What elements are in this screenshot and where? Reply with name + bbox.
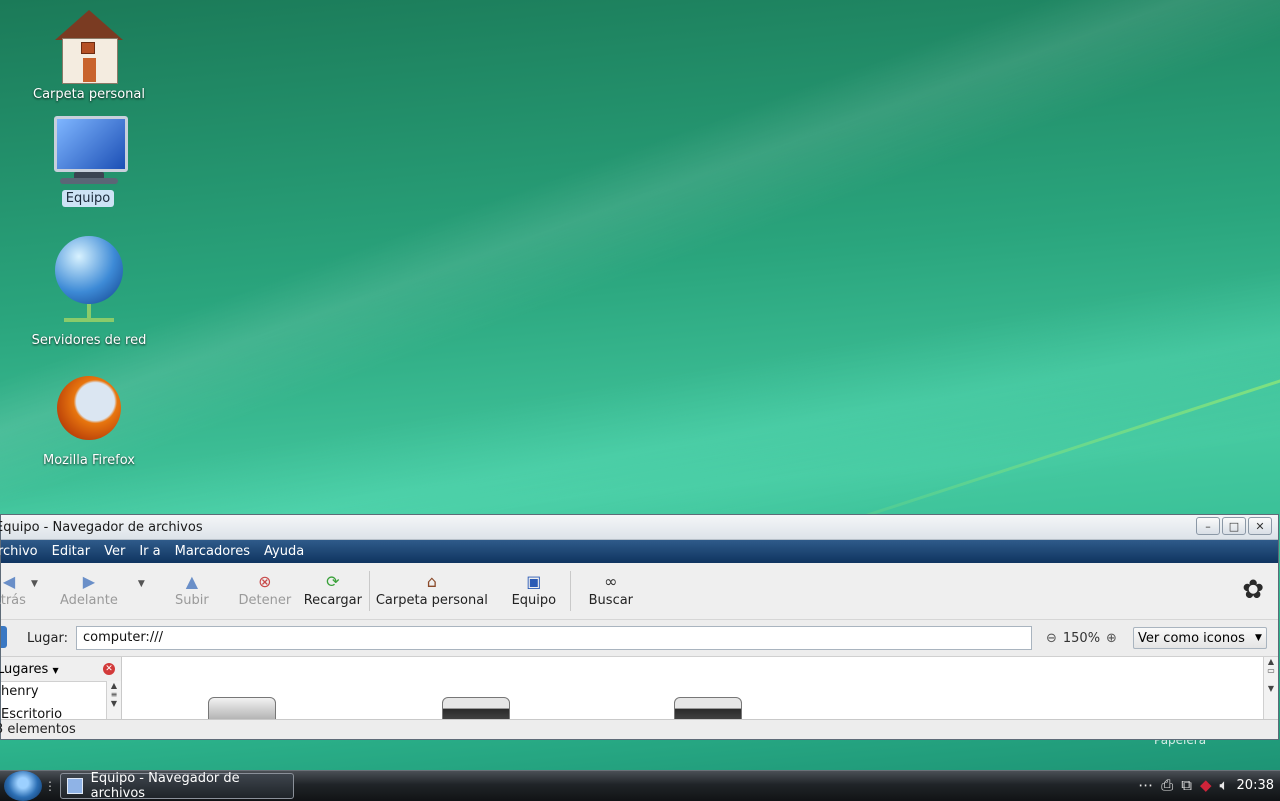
desktop-icon-network[interactable]: Servidores de red — [14, 236, 164, 349]
network-globe-icon — [54, 236, 124, 328]
view-mode-select[interactable]: Ver como iconos ▼ — [1132, 627, 1267, 649]
computer-button[interactable]: ▣ Equipo — [504, 563, 564, 609]
menu-help[interactable]: Ayuda — [264, 544, 304, 559]
menu-bookmarks[interactable]: Marcadores — [175, 544, 250, 559]
taskbar-window-label: Equipo - Navegador de archivos — [90, 771, 240, 801]
content-area: Lugares ▼ ✕ henry Escritorio ▲ ≡ ▼ ▲ ▭ ▼ — [0, 656, 1278, 722]
zoom-out-icon[interactable]: ⊖ — [1046, 631, 1057, 646]
drive-icon[interactable] — [208, 697, 276, 719]
drive-icon[interactable] — [674, 697, 742, 719]
toolbar-separator — [569, 571, 571, 611]
system-tray: ⋯ ⎙ ⧉ ◆ 🔈︎ 20:38 — [1138, 776, 1274, 794]
computer-icon: ▣ — [526, 571, 542, 591]
desktop-icon-computer[interactable]: Equipo — [13, 114, 163, 207]
zoom-in-icon[interactable]: ⊕ — [1106, 631, 1117, 646]
search-button[interactable]: ∞ Buscar — [583, 563, 639, 609]
back-arrow-icon: ◀ — [2, 571, 16, 591]
forward-button[interactable]: ▶ Adelante — [50, 563, 128, 609]
file-manager-window: Equipo - Navegador de archivos – □ ✕ Arc… — [0, 514, 1279, 740]
stop-button[interactable]: ⊗ Detener — [233, 563, 297, 609]
sidebar-item-desktop[interactable]: Escritorio — [1, 705, 121, 724]
location-label: Lugar: — [27, 630, 68, 646]
toolbar: ◀ Atrás ▼ ▶ Adelante ▼ ▲ Subir ⊗ Detener… — [0, 563, 1278, 620]
drive-icon[interactable] — [442, 697, 510, 719]
firefox-icon — [51, 374, 127, 448]
stop-icon: ⊗ — [258, 571, 272, 591]
menu-edit[interactable]: Editar — [52, 544, 91, 559]
desktop-icon-home[interactable]: Carpeta personal — [14, 10, 164, 103]
start-button[interactable] — [4, 771, 42, 801]
tray-dots-icon[interactable]: ⋯ — [1138, 776, 1153, 794]
search-label: Buscar — [588, 593, 634, 608]
gnome-foot-icon: ✿ — [1242, 575, 1264, 605]
status-bar: 3 elementos — [0, 719, 1278, 738]
close-sidebar-icon[interactable]: ✕ — [103, 663, 115, 675]
volume-icon[interactable]: 🔈︎ — [1220, 776, 1229, 794]
home-icon: ⌂ — [426, 571, 437, 591]
back-history-dropdown[interactable]: ▼ — [31, 579, 38, 589]
location-bar: Lugar: computer:/// ⊖ 150% ⊕ Ver como ic… — [1, 620, 1278, 656]
sidebar-header[interactable]: Lugares ▼ — [0, 662, 59, 677]
location-toggle-button[interactable] — [1, 626, 7, 648]
home-label: Carpeta personal — [375, 593, 488, 608]
desktop-icon-firefox[interactable]: Mozilla Firefox — [14, 374, 164, 469]
desktop-icon-label: Carpeta personal — [33, 87, 145, 102]
forward-history-dropdown[interactable]: ▼ — [138, 579, 145, 589]
window-titlebar[interactable]: Equipo - Navegador de archivos – □ ✕ — [0, 515, 1278, 540]
zoom-control: ⊖ 150% ⊕ — [1046, 631, 1117, 646]
chevron-down-icon: ▼ — [1255, 633, 1262, 643]
view-mode-label: Ver como iconos — [1137, 630, 1245, 646]
binoculars-icon: ∞ — [604, 571, 618, 591]
menu-view[interactable]: Ver — [104, 544, 125, 559]
desktop-icon-label: Mozilla Firefox — [43, 453, 135, 468]
main-scrollbar[interactable]: ▲ ▭ ▼ — [1263, 657, 1278, 719]
up-arrow-icon: ▲ — [185, 571, 198, 591]
taskbar-window-button[interactable]: Equipo - Navegador de archivos — [60, 771, 294, 801]
home-button[interactable]: ⌂ Carpeta personal — [375, 563, 488, 609]
menu-go[interactable]: Ir a — [139, 544, 160, 559]
forward-label: Adelante — [60, 593, 118, 608]
icon-view[interactable]: ▲ ▭ ▼ — [122, 657, 1278, 719]
home-icon — [55, 10, 123, 84]
printer-icon[interactable]: ⎙ — [1161, 776, 1173, 794]
menubar: Archivo Editar Ver Ir a Marcadores Ayuda — [0, 540, 1278, 563]
file-manager-icon — [67, 778, 83, 794]
clock[interactable]: 20:38 — [1237, 778, 1274, 793]
computer-icon — [50, 114, 128, 186]
up-label: Subir — [174, 593, 209, 608]
taskbar: ⋮ Equipo - Navegador de archivos ⋯ ⎙ ⧉ ◆… — [0, 770, 1280, 801]
reload-label: Recargar — [303, 593, 362, 608]
computer-label: Equipo — [511, 593, 557, 608]
window-title: Equipo - Navegador de archivos — [0, 519, 203, 535]
network-icon[interactable]: ⧉ — [1181, 776, 1192, 794]
up-button[interactable]: ▲ Subir — [167, 563, 217, 609]
sidebar-scrollbar[interactable]: ▲ ≡ ▼ — [106, 681, 121, 719]
menu-file[interactable]: Archivo — [0, 544, 38, 559]
update-ruby-icon[interactable]: ◆ — [1200, 776, 1212, 794]
sidebar-places: Lugares ▼ ✕ henry Escritorio ▲ ≡ ▼ — [0, 657, 122, 722]
close-button[interactable]: ✕ — [1248, 517, 1272, 535]
location-input[interactable]: computer:/// — [75, 626, 1032, 650]
reload-button[interactable]: ⟳ Recargar — [303, 563, 363, 609]
sidebar-item-henry[interactable]: henry — [1, 682, 121, 701]
desktop-icon-label: Servidores de red — [31, 333, 147, 348]
forward-arrow-icon: ▶ — [82, 571, 96, 591]
minimize-button[interactable]: – — [1196, 517, 1220, 535]
desktop-icon-label: Equipo — [61, 190, 115, 207]
reload-icon: ⟳ — [326, 571, 340, 591]
zoom-level[interactable]: 150% — [1063, 631, 1100, 646]
back-label: Atrás — [0, 593, 26, 608]
launcher-handle[interactable]: ⋮ — [44, 779, 56, 793]
toolbar-separator — [368, 571, 370, 611]
back-button[interactable]: ◀ Atrás — [0, 563, 31, 609]
maximize-button[interactable]: □ — [1222, 517, 1246, 535]
stop-label: Detener — [238, 593, 292, 608]
